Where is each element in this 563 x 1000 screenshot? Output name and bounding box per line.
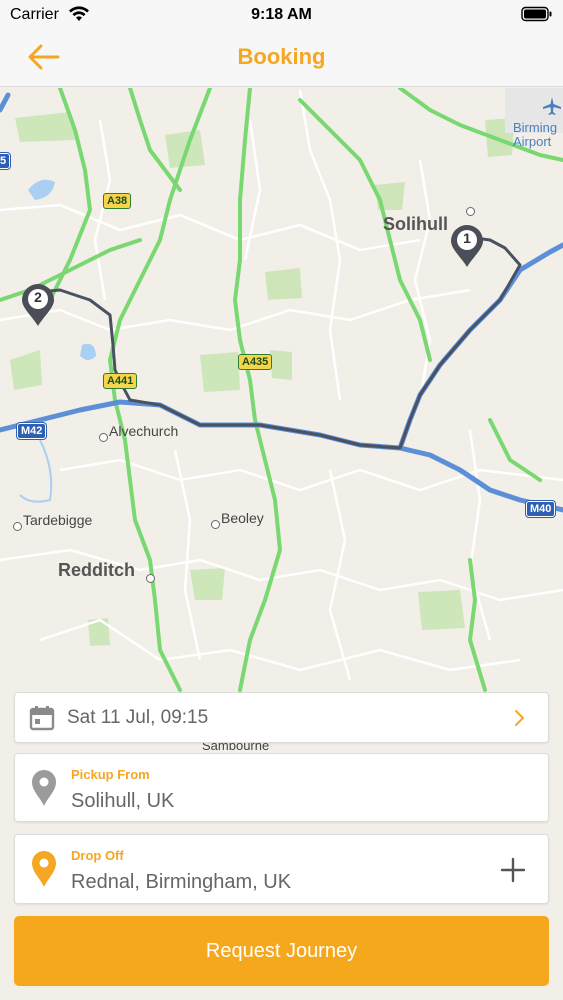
- road-badge-a441: A441: [103, 373, 138, 389]
- route-marker-1-label: 1: [463, 230, 471, 246]
- chevron-right-icon: [515, 710, 524, 726]
- town-dot-solihull: [466, 207, 475, 216]
- date-time-value: Sat 11 Jul, 09:15: [67, 707, 209, 728]
- place-label-redditch: Redditch: [58, 560, 136, 580]
- page-title: Booking: [237, 44, 326, 69]
- plus-icon: [500, 857, 526, 883]
- place-label-tardebigge: Tardebigge: [23, 512, 93, 528]
- airport-label: Birming Airport: [513, 121, 557, 149]
- road-badge-edge: 5: [0, 153, 11, 169]
- request-journey-button[interactable]: Request Journey: [14, 916, 549, 986]
- road-badge-a38: A38: [103, 193, 132, 209]
- add-stop-button[interactable]: [500, 857, 526, 883]
- place-label-alvechurch: Alvechurch: [109, 423, 179, 439]
- map-pin-icon: [32, 851, 56, 887]
- airplane-icon: [543, 97, 561, 115]
- pickup-label: Pickup From: [71, 767, 150, 782]
- status-bar: Carrier 9:18 AM: [0, 0, 563, 30]
- place-label-solihull: Solihull: [383, 214, 448, 234]
- town-dot-alvechurch: [99, 433, 108, 442]
- dropoff-value: Rednal, Birmingham, UK: [71, 871, 292, 893]
- route-marker-1[interactable]: 1: [449, 223, 485, 269]
- route-marker-2-label: 2: [34, 289, 42, 305]
- pickup-value: Solihull, UK: [71, 790, 175, 812]
- battery-icon: [521, 6, 552, 22]
- road-badge-a435: A435: [238, 354, 273, 370]
- town-dot-redditch: [146, 574, 155, 583]
- town-dot-tardebigge: [13, 522, 22, 531]
- date-time-selector[interactable]: Sat 11 Jul, 09:15: [14, 692, 549, 743]
- town-dot-beoley: [211, 520, 220, 529]
- place-label-beoley: Beoley: [221, 510, 264, 526]
- dropoff-field[interactable]: Drop Off Rednal, Birmingham, UK: [14, 834, 549, 904]
- pickup-field[interactable]: Pickup From Solihull, UK: [14, 753, 549, 822]
- calendar-icon: [29, 706, 55, 731]
- dropoff-label: Drop Off: [71, 848, 124, 863]
- airport-label-line1: Birming: [513, 120, 558, 135]
- clock-label: 9:18 AM: [251, 6, 312, 23]
- road-badge-m42: M42: [17, 423, 47, 439]
- road-badge-m40: M40: [526, 501, 556, 517]
- navigation-bar: Booking: [0, 30, 563, 87]
- airport-label-line2: Airport: [513, 134, 552, 149]
- map-pin-icon: [32, 770, 56, 806]
- route-marker-2[interactable]: 2: [20, 282, 56, 328]
